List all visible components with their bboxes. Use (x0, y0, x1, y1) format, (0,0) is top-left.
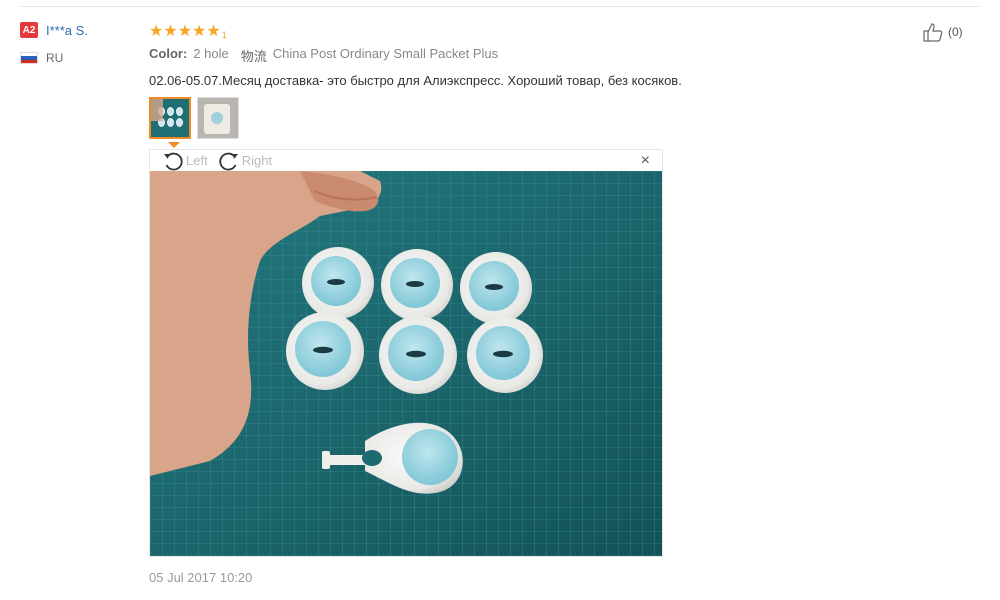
review-photo (150, 171, 662, 556)
rotate-left-button[interactable]: Left (162, 151, 208, 171)
buyer-level-badge: A2 (20, 22, 38, 38)
image-viewer: Left Right × (149, 149, 663, 557)
review-timestamp: 05 Jul 2017 10:20 (149, 570, 253, 585)
socket-cover (467, 317, 543, 393)
top-divider (20, 6, 980, 7)
review-body: ★ ★ ★ ★ ★ 1 Color: 2 hole 物流 China Post … (149, 20, 909, 139)
close-viewer-button[interactable]: × (641, 152, 650, 170)
helpful-button[interactable]: (0) (922, 22, 963, 42)
rotate-right-button[interactable]: Right (218, 151, 272, 171)
socket-cover (302, 247, 374, 319)
star-icon: ★ (192, 23, 207, 40)
star-icon: ★ (149, 23, 164, 40)
buyer-name-link[interactable]: I***a S. (46, 23, 88, 38)
russia-flag-icon (20, 52, 38, 64)
shipping-value: China Post Ordinary Small Packet Plus (272, 46, 499, 61)
thumbs-up-icon (923, 23, 943, 42)
helpful-count: (0) (948, 25, 963, 39)
color-value: 2 hole (193, 46, 229, 61)
star-icon: ★ (206, 23, 221, 40)
buyer-country: RU (46, 51, 64, 65)
star-icon: ★ (177, 23, 193, 40)
thumbnail-pointer-arrow (168, 142, 180, 148)
review-thumbnails (149, 97, 909, 139)
star-rating: ★ ★ ★ ★ ★ 1 (149, 20, 909, 41)
order-info: Color: 2 hole 物流 China Post Ordinary Sma… (149, 46, 909, 65)
star-icon: ★ (163, 23, 178, 40)
viewer-toolbar: Left Right × (150, 150, 662, 171)
review-thumbnail-1[interactable] (149, 97, 191, 139)
color-label: Color: (149, 46, 188, 61)
socket-cover (379, 316, 457, 394)
review-thumbnail-2[interactable] (197, 97, 239, 139)
rotate-left-icon (164, 152, 183, 170)
shipping-label: 物流 (240, 49, 267, 64)
review-comment: 02.06-05.07.Месяц доставка- это быстро д… (149, 73, 682, 88)
socket-cover (381, 249, 453, 321)
buyer-info: A2 I***a S. RU (20, 20, 140, 68)
rotate-right-icon (219, 152, 238, 170)
socket-cover (286, 312, 364, 390)
socket-cover (460, 252, 532, 324)
rotate-left-label: Left (186, 153, 208, 168)
rotate-right-label: Right (241, 153, 273, 168)
rating-suffix: 1 (221, 30, 227, 40)
